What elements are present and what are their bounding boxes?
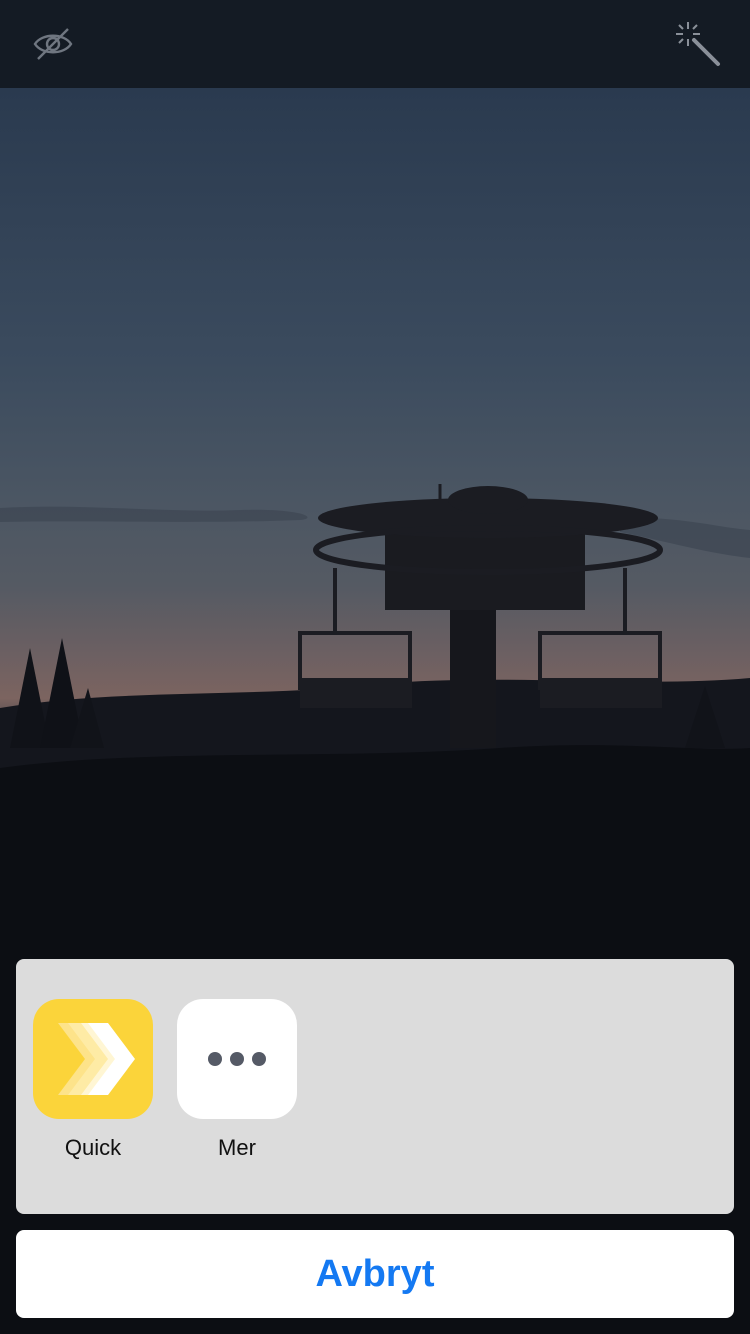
more-dots-icon[interactable] [177,999,297,1119]
magic-wand-icon[interactable] [672,18,724,70]
share-app-more[interactable]: Mer [177,999,297,1161]
top-toolbar [0,0,750,88]
share-app-label: Mer [218,1135,256,1160]
share-sheet: Quick Mer [16,959,734,1214]
share-app-quick[interactable]: Quick [33,999,153,1161]
eye-slash-icon[interactable] [27,18,79,70]
quick-chevron-icon[interactable] [33,999,153,1119]
share-app-label: Quick [64,1135,122,1160]
cancel-button[interactable]: Avbryt [16,1230,734,1318]
